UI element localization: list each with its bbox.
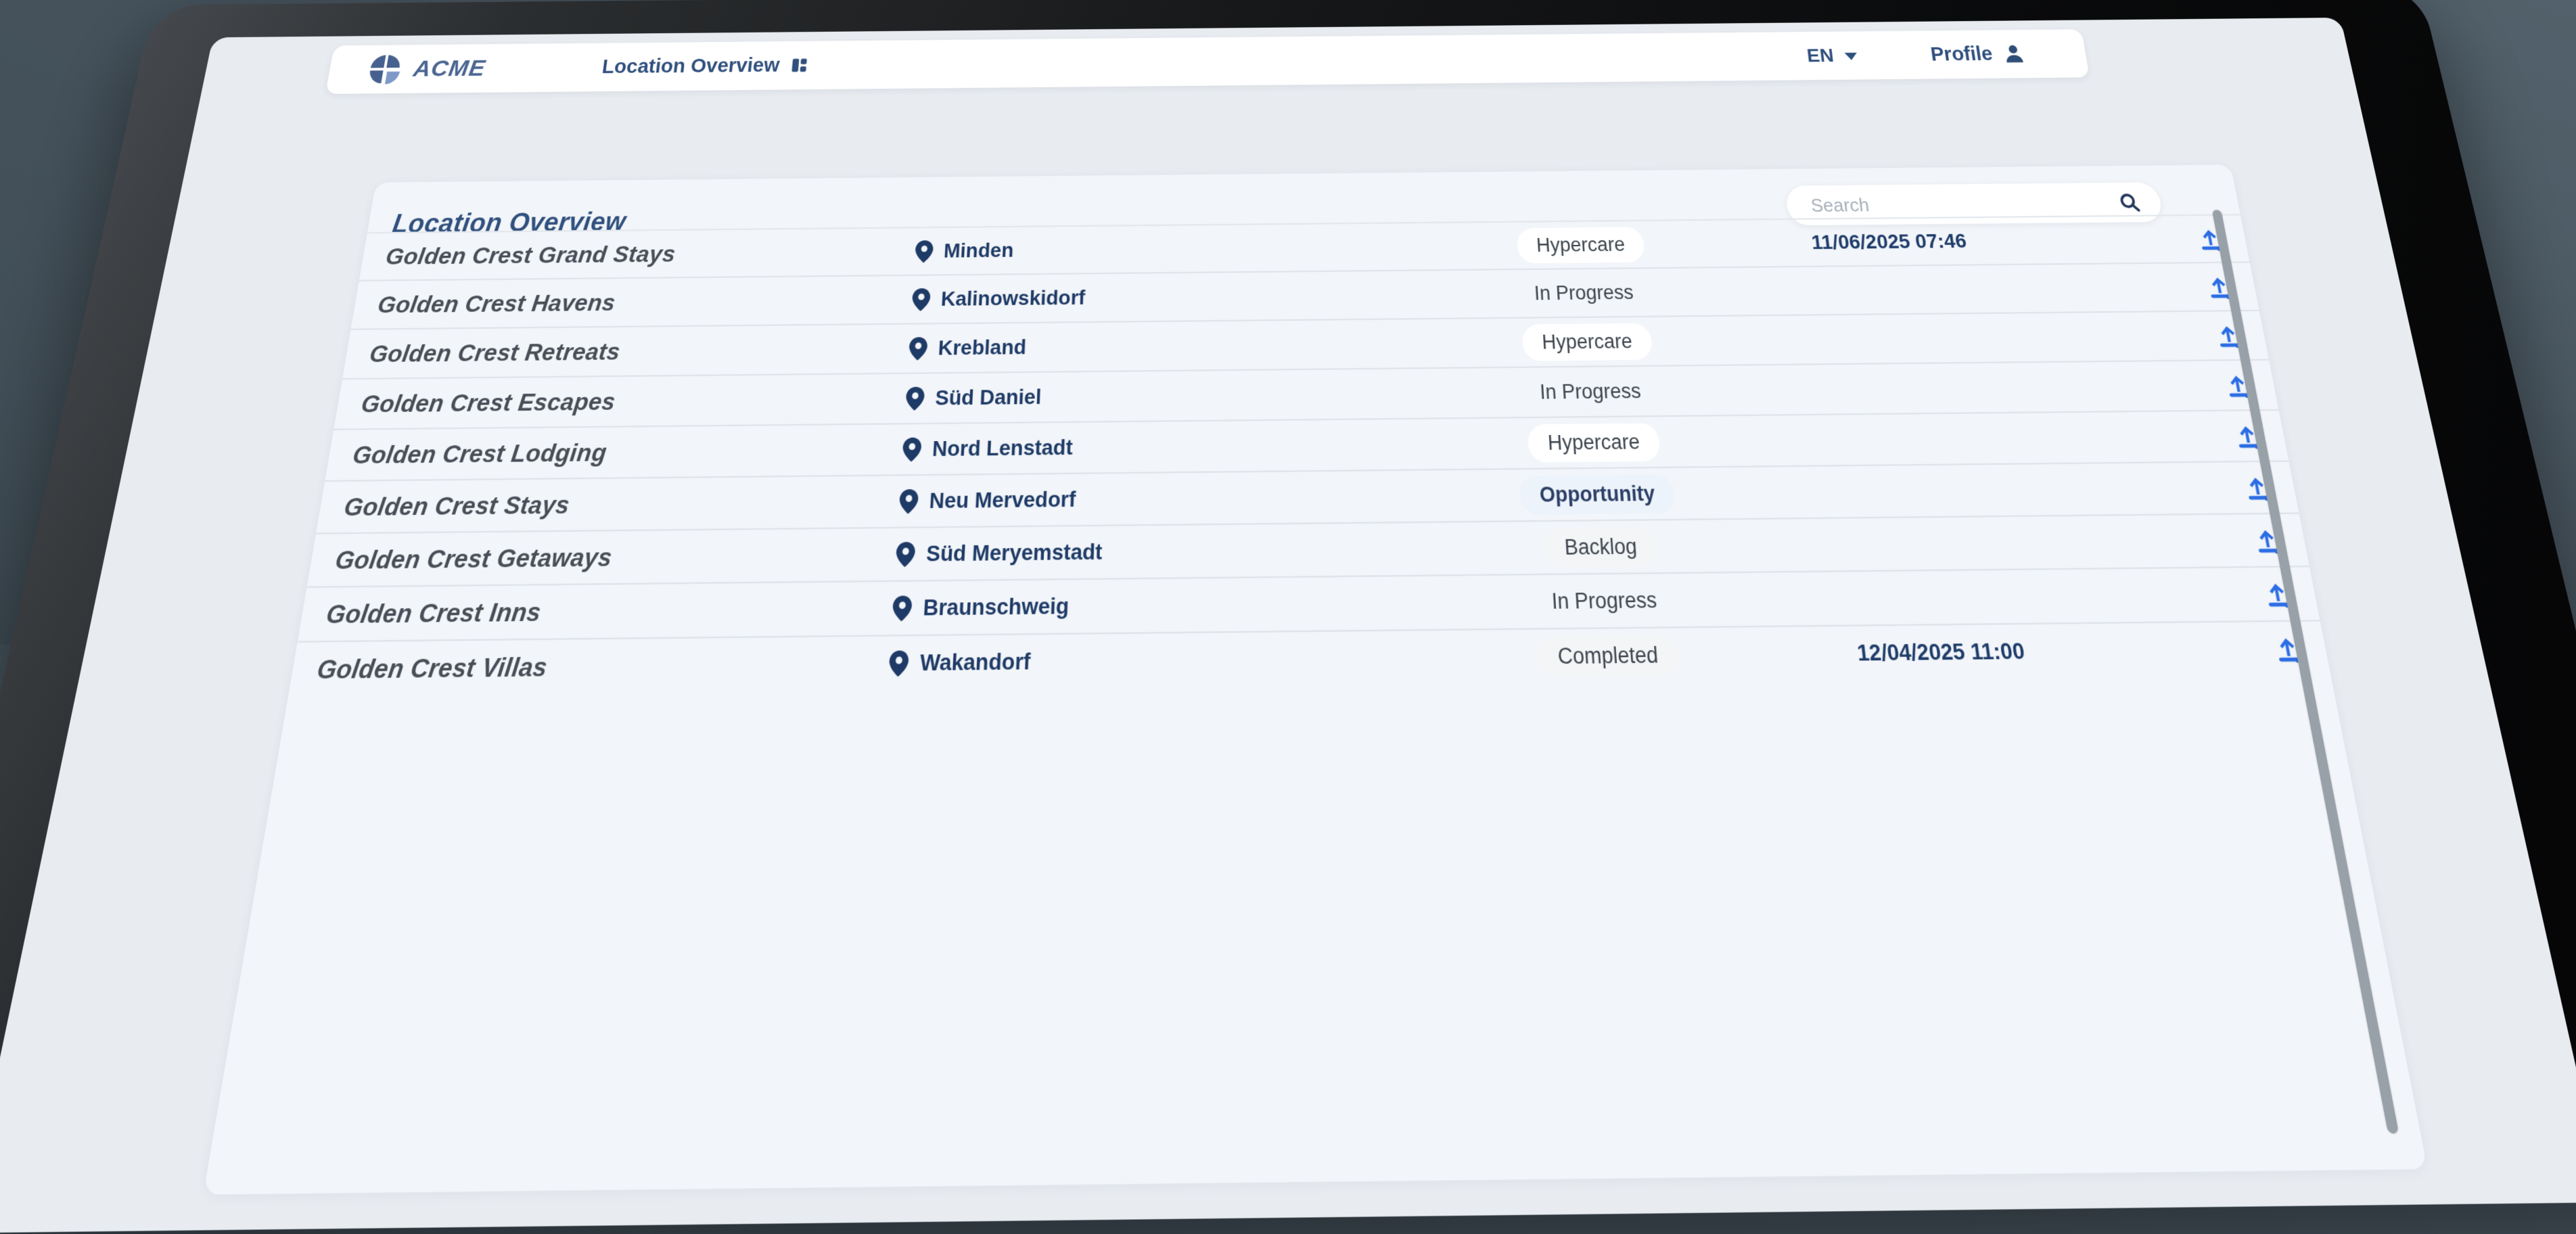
device-mockup: ACME Location Overview EN Profile Locati… <box>0 0 2576 1234</box>
map-pin-icon <box>898 488 919 514</box>
row-date <box>1707 336 2169 341</box>
map-pin-icon <box>908 336 928 361</box>
acme-logo-icon <box>365 53 404 85</box>
row-location: Wakandorf <box>888 643 1481 677</box>
row-status: Completed <box>1480 634 1736 678</box>
row-date <box>1730 595 2215 599</box>
status-badge: Hypercare <box>1516 226 1646 263</box>
location-label: Kalinowskidorf <box>940 285 1086 311</box>
status-badge: In Progress <box>1534 281 1634 304</box>
app-screen: ACME Location Overview EN Profile Locati… <box>0 18 2576 1233</box>
map-pin-icon <box>888 649 909 677</box>
row-location: Süd Meryemstadt <box>895 535 1477 567</box>
language-selector[interactable]: EN <box>1806 45 1858 66</box>
status-badge: Completed <box>1536 634 1681 677</box>
location-label: Braunschweig <box>922 593 1070 620</box>
map-pin-icon <box>905 386 925 411</box>
row-date <box>1725 541 2206 545</box>
row-date <box>1711 386 2178 390</box>
row-status: In Progress <box>1469 371 1712 411</box>
row-status: Opportunity <box>1473 474 1722 515</box>
status-badge: Opportunity <box>1518 474 1677 515</box>
status-badge: Hypercare <box>1527 422 1661 463</box>
profile-button[interactable]: Profile <box>1929 43 2027 66</box>
location-label: Süd Meryemstadt <box>925 539 1103 566</box>
row-status: Hypercare <box>1463 226 1699 264</box>
language-label: EN <box>1806 45 1835 66</box>
brand-name: ACME <box>411 55 488 82</box>
row-date <box>1720 488 2196 493</box>
map-pin-icon <box>902 437 922 462</box>
row-name: Golden Crest Grand Stays <box>384 240 677 269</box>
person-icon <box>2000 43 2027 66</box>
row-location: Minden <box>915 235 1464 263</box>
status-badge: In Progress <box>1550 587 1658 614</box>
location-label: Minden <box>943 238 1015 262</box>
row-name: Golden Crest Retreats <box>367 337 622 367</box>
search-input[interactable] <box>1785 191 2120 217</box>
row-location: Kalinowskidorf <box>911 282 1466 311</box>
row-date <box>1716 436 2187 441</box>
location-overview-card: Location Overview Golden Crest Grand Sta… <box>203 164 2428 1195</box>
header-actions: EN Profile <box>1806 43 2027 68</box>
map-pin-icon <box>915 239 934 262</box>
nav-label: Location Overview <box>601 54 781 78</box>
row-date <box>1702 287 2161 292</box>
row-location: Braunschweig <box>892 589 1479 621</box>
search-icon[interactable] <box>2116 191 2142 214</box>
row-date: 12/04/2025 11:00 <box>1856 637 2027 666</box>
row-name: Golden Crest Stays <box>342 490 572 521</box>
row-name: Golden Crest Escapes <box>359 387 618 417</box>
location-label: Nord Lenstadt <box>932 435 1074 461</box>
map-pin-icon <box>911 288 931 311</box>
row-name: Golden Crest Getaways <box>333 542 614 574</box>
row-status: In Progress <box>1478 579 1732 622</box>
row-name: Golden Crest Inns <box>324 596 543 629</box>
status-badge: In Progress <box>1539 379 1642 403</box>
dashboard-grid-icon <box>789 56 809 74</box>
row-name: Golden Crest Villas <box>315 651 549 685</box>
row-name: Golden Crest Havens <box>375 288 617 318</box>
nav-item-location-overview[interactable]: Location Overview <box>601 54 809 78</box>
row-date: 11/06/2025 07:46 <box>1810 229 1968 254</box>
row-status: Backlog <box>1475 526 1726 568</box>
row-status: Hypercare <box>1467 322 1708 361</box>
location-label: Wakandorf <box>919 648 1032 676</box>
row-location: Nord Lenstadt <box>902 431 1472 462</box>
map-pin-icon <box>895 541 916 567</box>
row-location: Krebland <box>908 331 1468 361</box>
map-pin-icon <box>892 595 913 621</box>
row-status: Hypercare <box>1471 422 1718 463</box>
location-label: Süd Daniel <box>934 384 1042 410</box>
row-location: Süd Daniel <box>905 381 1470 411</box>
row-status: In Progress <box>1465 274 1703 313</box>
brand: ACME <box>365 52 488 85</box>
locations-table: Golden Crest Grand Stays Minden Hypercar… <box>288 214 2331 697</box>
chevron-down-icon <box>1844 52 1858 60</box>
app-header: ACME Location Overview EN Profile <box>325 29 2090 94</box>
location-label: Neu Mervedorf <box>928 486 1076 513</box>
profile-label: Profile <box>1929 43 1994 66</box>
status-badge: Hypercare <box>1521 323 1653 361</box>
row-name: Golden Crest Lodging <box>350 438 609 469</box>
location-label: Krebland <box>937 335 1027 360</box>
row-location: Neu Mervedorf <box>898 483 1475 514</box>
status-badge: Backlog <box>1543 526 1659 568</box>
